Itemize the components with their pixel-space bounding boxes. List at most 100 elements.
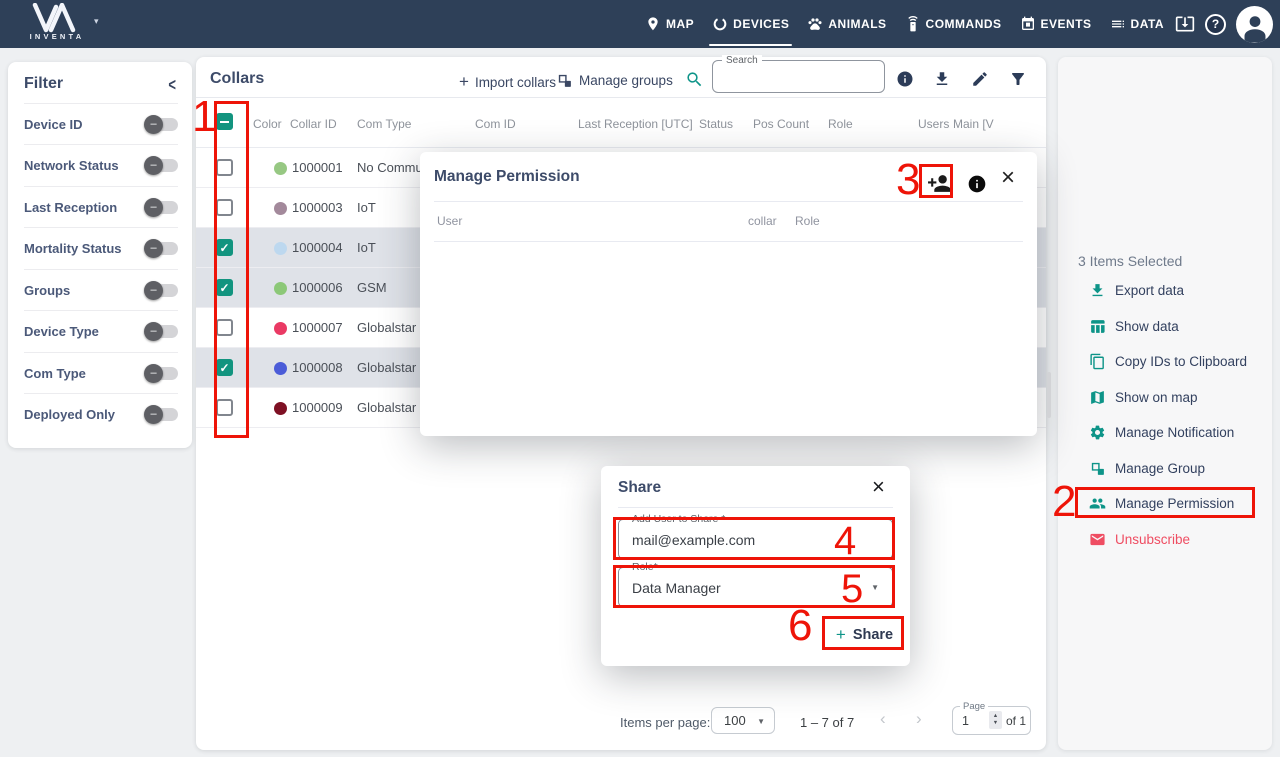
edit-icon[interactable]: [971, 70, 989, 88]
col-users[interactable]: Users: [918, 117, 949, 131]
filter-label: Groups: [24, 283, 70, 298]
manage-notification-action[interactable]: Manage Notification: [1089, 422, 1234, 442]
nav-events[interactable]: EVENTS: [1020, 0, 1092, 48]
navbar-right-icons: ?: [1175, 0, 1273, 48]
col-role[interactable]: Role: [828, 117, 853, 131]
unsubscribe-action[interactable]: Unsubscribe: [1089, 529, 1190, 549]
close-icon[interactable]: ×: [1001, 164, 1015, 192]
filter-label: Mortality Status: [24, 241, 122, 256]
collapse-sidebar-icon[interactable]: <: [168, 74, 176, 94]
row-checkbox[interactable]: [216, 359, 233, 376]
com-type-cell: IoT: [357, 188, 376, 228]
brand-dropdown-icon[interactable]: ▾: [94, 16, 99, 27]
toggle-knob: –: [144, 239, 163, 258]
toggle-knob: –: [144, 198, 163, 217]
nav-map[interactable]: MAP: [645, 0, 694, 48]
row-checkbox[interactable]: [216, 159, 233, 176]
items-per-page-select[interactable]: 100 ▼: [711, 707, 775, 734]
action-label: Show on map: [1115, 390, 1198, 405]
toggle-knob: –: [144, 156, 163, 175]
row-checkbox[interactable]: [216, 199, 233, 216]
groups-toggle[interactable]: –: [146, 284, 178, 297]
color-dot: [274, 242, 287, 255]
import-collars-button[interactable]: + Import collars: [459, 72, 556, 92]
filter-label: Network Status: [24, 158, 119, 173]
filter-item-last-reception: Last Reception –: [24, 186, 178, 227]
copy-ids-action[interactable]: Copy IDs to Clipboard: [1089, 351, 1247, 371]
user-avatar[interactable]: [1236, 6, 1273, 43]
col-last-reception[interactable]: Last Reception [UTC]: [578, 117, 693, 131]
network-status-toggle[interactable]: –: [146, 159, 178, 172]
nav-animals[interactable]: ANIMALS: [807, 0, 886, 48]
color-dot: [274, 282, 287, 295]
row-checkbox[interactable]: [216, 399, 233, 416]
col-com-type[interactable]: Com Type: [357, 117, 411, 131]
export-data-action[interactable]: Export data: [1089, 280, 1184, 300]
device-type-toggle[interactable]: –: [146, 325, 178, 338]
manage-permission-action[interactable]: Manage Permission: [1089, 493, 1234, 513]
show-data-action[interactable]: Show data: [1089, 316, 1179, 336]
plus-icon: +: [836, 625, 846, 645]
action-label: Manage Group: [1115, 461, 1205, 476]
toggle-knob: –: [144, 115, 163, 134]
close-icon[interactable]: ×: [872, 474, 885, 500]
nav-data[interactable]: DATA: [1110, 0, 1165, 48]
collar-ring-icon: [712, 16, 728, 32]
col-status[interactable]: Status: [699, 117, 733, 131]
manage-groups-label: Manage groups: [579, 73, 673, 88]
col-collar-id[interactable]: Collar ID: [290, 117, 337, 131]
color-dot: [274, 162, 287, 175]
row-checkbox[interactable]: [216, 319, 233, 336]
help-icon[interactable]: ?: [1205, 14, 1226, 35]
search-input[interactable]: Search: [712, 60, 885, 93]
collar-id-cell: 1000004: [292, 228, 343, 268]
page-of-text: of 1: [1006, 714, 1026, 728]
add-person-icon[interactable]: [927, 171, 952, 196]
nav-commands[interactable]: COMMANDS: [905, 0, 1002, 48]
show-on-map-action[interactable]: Show on map: [1089, 387, 1198, 407]
mortality-status-toggle[interactable]: –: [146, 242, 178, 255]
row-checkbox[interactable]: [216, 239, 233, 256]
last-reception-toggle[interactable]: –: [146, 201, 178, 214]
com-type-cell: Globalstar: [357, 348, 416, 388]
action-label: Show data: [1115, 319, 1179, 334]
download-icon[interactable]: [933, 70, 951, 88]
share-button[interactable]: + Share: [828, 621, 901, 648]
items-per-page-value: 100: [724, 713, 746, 728]
page-number-input[interactable]: Page 1 ▲▼ of 1: [952, 706, 1031, 735]
prev-page-button[interactable]: ‹: [880, 709, 886, 729]
filter-item-mortality-status: Mortality Status –: [24, 227, 178, 268]
download-icon: [1089, 282, 1106, 299]
next-page-button[interactable]: ›: [916, 709, 922, 729]
nav-devices[interactable]: DEVICES: [712, 0, 789, 48]
row-checkbox[interactable]: [216, 279, 233, 296]
search-icon[interactable]: [685, 70, 704, 89]
top-navbar: INVENTA ▾ MAP DEVICES ANIMALS COMMANDS E…: [0, 0, 1280, 48]
info-icon[interactable]: [967, 174, 987, 194]
filter-funnel-icon[interactable]: [1009, 70, 1027, 88]
role-select-label: Role*: [628, 561, 662, 573]
com-type-toggle[interactable]: –: [146, 367, 178, 380]
action-label: Copy IDs to Clipboard: [1115, 354, 1247, 369]
info-icon[interactable]: [896, 70, 914, 88]
paw-icon: [807, 16, 823, 32]
manage-groups-button[interactable]: Manage groups: [556, 72, 673, 89]
col-pos-count[interactable]: Pos Count: [753, 117, 809, 131]
inventa-logo[interactable]: INVENTA: [16, 3, 98, 41]
share-dialog: Share × Add User to Share * mail@example…: [601, 466, 910, 666]
page-stepper[interactable]: ▲▼: [989, 711, 1002, 729]
select-all-checkbox[interactable]: [216, 113, 233, 130]
add-user-field[interactable]: Add User to Share * mail@example.com: [618, 519, 893, 559]
chevron-down-icon: ▼: [757, 717, 765, 726]
role-select[interactable]: Role* Data Manager ▼: [618, 567, 893, 607]
deployed-only-toggle[interactable]: –: [146, 408, 178, 421]
col-com-id[interactable]: Com ID: [475, 117, 516, 131]
col-main-v[interactable]: Main [V: [953, 117, 994, 131]
chevron-down-icon: ▼: [871, 583, 879, 592]
import-collars-label: Import collars: [475, 75, 556, 90]
system-update-icon[interactable]: [1175, 14, 1195, 34]
role-select-value: Data Manager: [632, 580, 721, 596]
scrollbar[interactable]: [1047, 372, 1051, 418]
device-id-toggle[interactable]: –: [146, 118, 178, 131]
manage-group-action[interactable]: Manage Group: [1089, 458, 1205, 478]
